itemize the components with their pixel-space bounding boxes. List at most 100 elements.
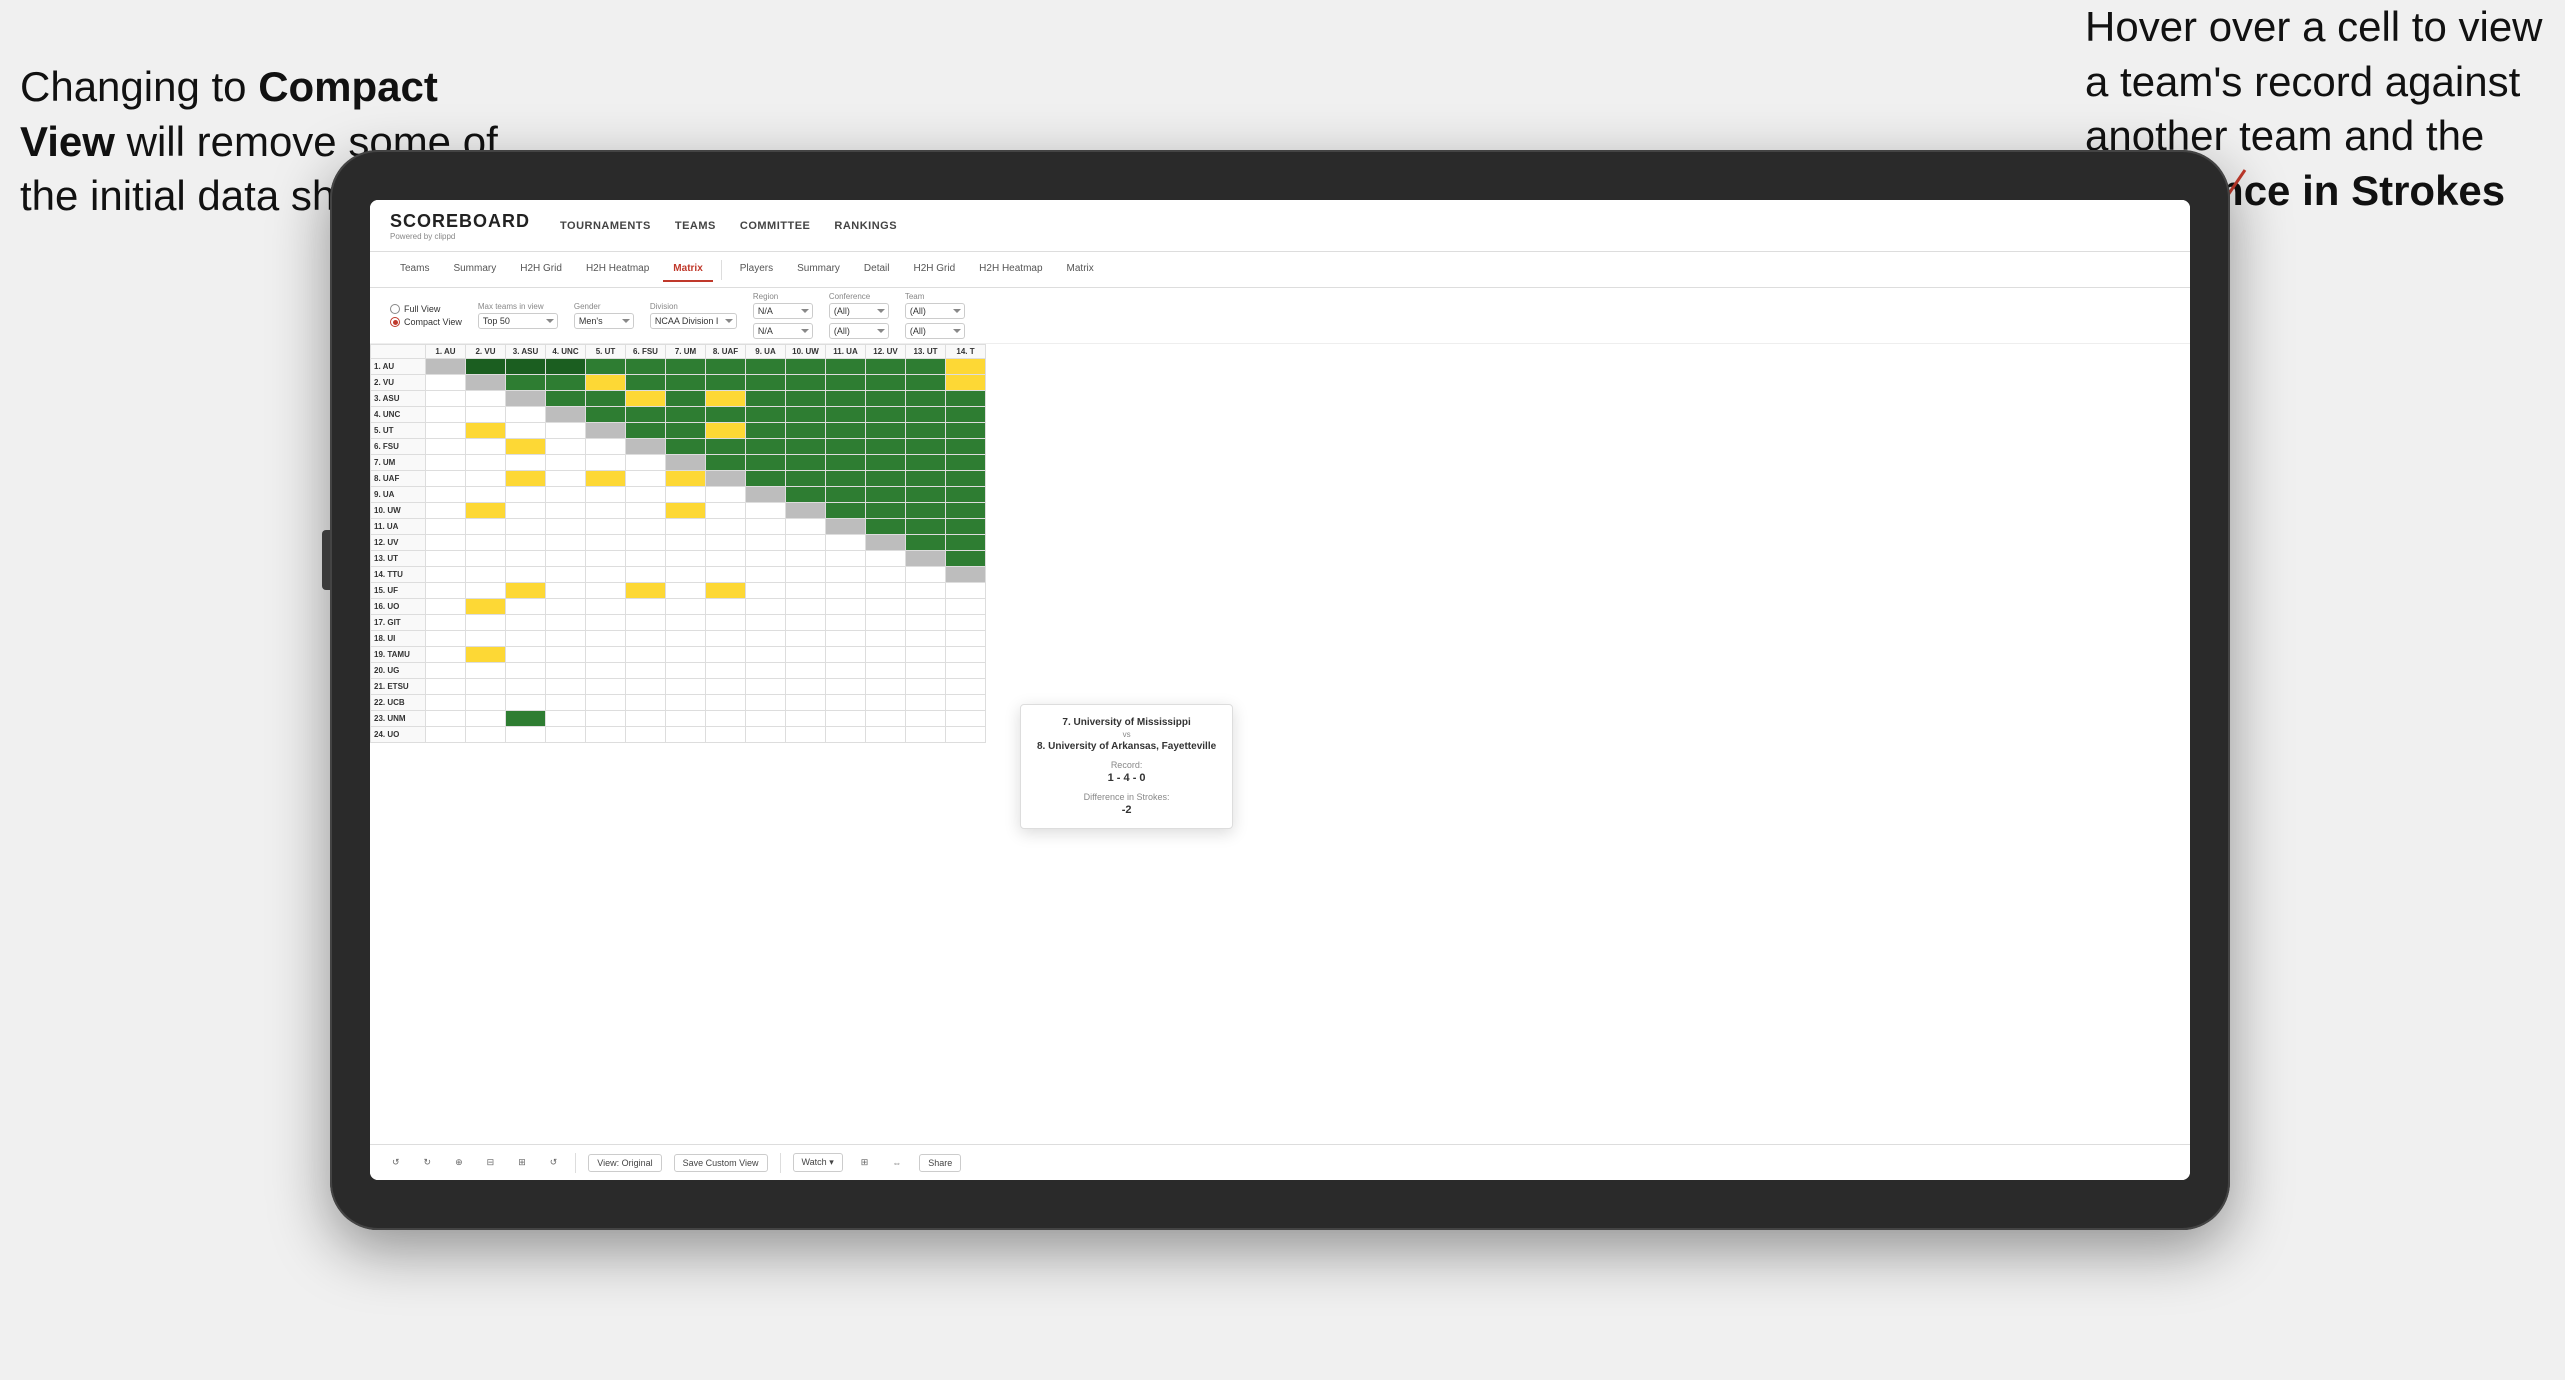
- matrix-cell[interactable]: [746, 503, 786, 519]
- matrix-cell[interactable]: [906, 471, 946, 487]
- matrix-cell[interactable]: [666, 567, 706, 583]
- matrix-cell[interactable]: [506, 487, 546, 503]
- matrix-cell[interactable]: [746, 711, 786, 727]
- matrix-cell[interactable]: [466, 455, 506, 471]
- matrix-cell[interactable]: [466, 663, 506, 679]
- matrix-cell[interactable]: [546, 503, 586, 519]
- matrix-cell[interactable]: [786, 407, 826, 423]
- matrix-cell[interactable]: [786, 599, 826, 615]
- matrix-cell[interactable]: [546, 359, 586, 375]
- matrix-cell[interactable]: [586, 551, 626, 567]
- matrix-cell[interactable]: [666, 407, 706, 423]
- matrix-cell[interactable]: [426, 487, 466, 503]
- matrix-cell[interactable]: [826, 695, 866, 711]
- matrix-cell[interactable]: [866, 551, 906, 567]
- matrix-cell[interactable]: [866, 615, 906, 631]
- matrix-cell[interactable]: [826, 679, 866, 695]
- matrix-cell[interactable]: [506, 455, 546, 471]
- matrix-cell[interactable]: [746, 663, 786, 679]
- matrix-cell[interactable]: [506, 727, 546, 743]
- matrix-cell[interactable]: [466, 599, 506, 615]
- matrix-cell[interactable]: [866, 423, 906, 439]
- matrix-cell[interactable]: [626, 391, 666, 407]
- matrix-cell[interactable]: [826, 455, 866, 471]
- matrix-cell[interactable]: [466, 679, 506, 695]
- matrix-cell[interactable]: [746, 439, 786, 455]
- matrix-cell[interactable]: [666, 391, 706, 407]
- matrix-cell[interactable]: [866, 535, 906, 551]
- matrix-cell[interactable]: [746, 583, 786, 599]
- matrix-cell[interactable]: [746, 359, 786, 375]
- toolbar-grid[interactable]: ⊞: [512, 1154, 532, 1171]
- matrix-cell[interactable]: [906, 727, 946, 743]
- matrix-cell[interactable]: [466, 551, 506, 567]
- matrix-cell[interactable]: [546, 647, 586, 663]
- matrix-cell[interactable]: [466, 711, 506, 727]
- nav-rankings[interactable]: RANKINGS: [834, 216, 897, 236]
- matrix-cell[interactable]: [906, 503, 946, 519]
- matrix-cell[interactable]: [826, 359, 866, 375]
- matrix-cell[interactable]: [786, 471, 826, 487]
- matrix-cell[interactable]: [626, 567, 666, 583]
- matrix-cell[interactable]: [506, 631, 546, 647]
- matrix-cell[interactable]: [586, 375, 626, 391]
- filter-team-select2[interactable]: (All): [905, 323, 965, 339]
- matrix-cell[interactable]: [906, 407, 946, 423]
- matrix-cell[interactable]: [426, 695, 466, 711]
- matrix-cell[interactable]: [506, 359, 546, 375]
- matrix-cell[interactable]: [546, 663, 586, 679]
- matrix-cell[interactable]: [426, 599, 466, 615]
- matrix-cell[interactable]: [866, 375, 906, 391]
- nav-committee[interactable]: COMMITTEE: [740, 216, 811, 236]
- matrix-cell[interactable]: [426, 455, 466, 471]
- matrix-cell[interactable]: [466, 487, 506, 503]
- toolbar-share[interactable]: Share: [919, 1154, 961, 1172]
- matrix-cell[interactable]: [906, 359, 946, 375]
- matrix-cell[interactable]: [706, 695, 746, 711]
- matrix-container[interactable]: 1. AU 2. VU 3. ASU 4. UNC 5. UT 6. FSU 7…: [370, 344, 2190, 1144]
- matrix-cell[interactable]: [906, 551, 946, 567]
- matrix-cell[interactable]: [906, 679, 946, 695]
- matrix-cell[interactable]: [706, 503, 746, 519]
- matrix-cell[interactable]: [786, 535, 826, 551]
- matrix-cell[interactable]: [826, 535, 866, 551]
- matrix-cell[interactable]: [506, 471, 546, 487]
- matrix-cell[interactable]: [466, 567, 506, 583]
- matrix-cell[interactable]: [506, 599, 546, 615]
- filter-gender-select[interactable]: Men's: [574, 313, 634, 329]
- matrix-cell[interactable]: [466, 439, 506, 455]
- matrix-cell[interactable]: [546, 487, 586, 503]
- matrix-cell[interactable]: [546, 599, 586, 615]
- matrix-cell[interactable]: [546, 471, 586, 487]
- matrix-cell[interactable]: [746, 647, 786, 663]
- matrix-cell[interactable]: [906, 455, 946, 471]
- toolbar-watch[interactable]: Watch ▾: [793, 1153, 843, 1172]
- matrix-cell[interactable]: [586, 391, 626, 407]
- matrix-cell[interactable]: [546, 407, 586, 423]
- matrix-cell[interactable]: [866, 631, 906, 647]
- matrix-cell[interactable]: [426, 503, 466, 519]
- matrix-cell[interactable]: [706, 391, 746, 407]
- matrix-cell[interactable]: [906, 695, 946, 711]
- matrix-cell[interactable]: [706, 471, 746, 487]
- matrix-cell[interactable]: [866, 583, 906, 599]
- toolbar-save-custom[interactable]: Save Custom View: [674, 1154, 768, 1172]
- matrix-cell[interactable]: [546, 535, 586, 551]
- matrix-cell[interactable]: [546, 695, 586, 711]
- matrix-cell[interactable]: [746, 551, 786, 567]
- matrix-cell[interactable]: [786, 727, 826, 743]
- matrix-cell[interactable]: [946, 487, 986, 503]
- matrix-cell[interactable]: [946, 455, 986, 471]
- matrix-cell[interactable]: [506, 583, 546, 599]
- matrix-cell[interactable]: [946, 727, 986, 743]
- matrix-cell[interactable]: [586, 583, 626, 599]
- matrix-cell[interactable]: [666, 487, 706, 503]
- matrix-cell[interactable]: [906, 391, 946, 407]
- subnav-h2h-grid1[interactable]: H2H Grid: [510, 257, 572, 282]
- toolbar-view-original[interactable]: View: Original: [588, 1154, 661, 1172]
- matrix-cell[interactable]: [946, 663, 986, 679]
- matrix-cell[interactable]: [426, 663, 466, 679]
- matrix-cell[interactable]: [546, 631, 586, 647]
- matrix-cell[interactable]: [426, 391, 466, 407]
- matrix-cell[interactable]: [826, 375, 866, 391]
